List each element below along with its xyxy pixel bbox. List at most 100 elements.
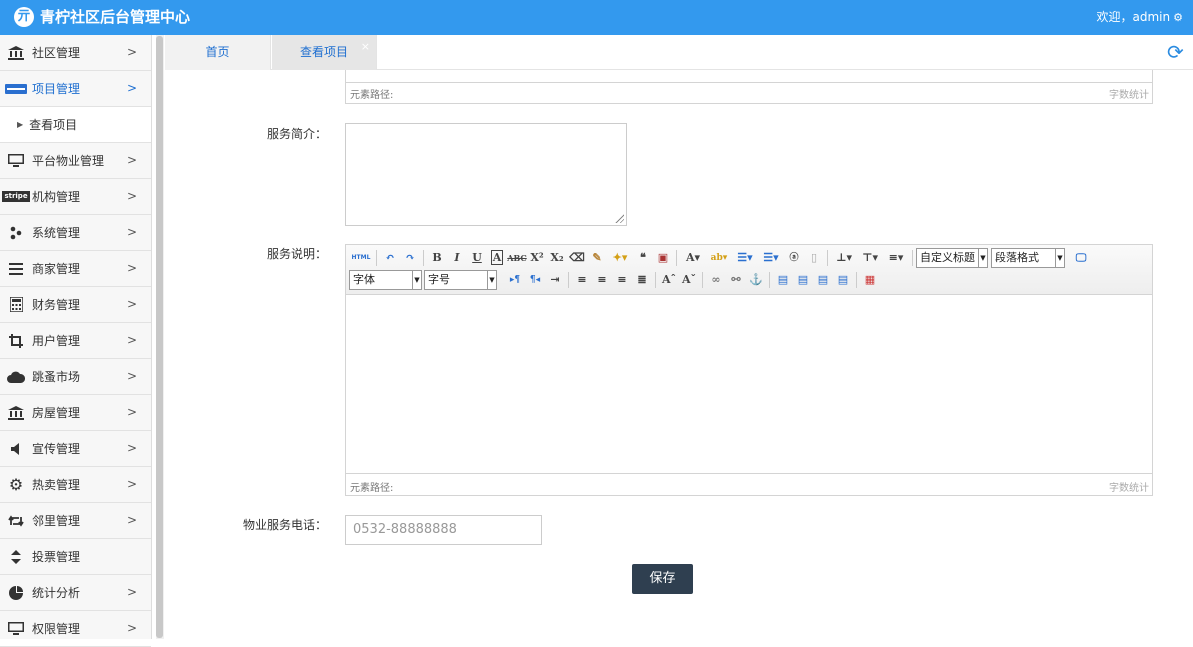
chevron-right-icon: >: [126, 477, 137, 491]
sidebar-item-flea-market[interactable]: 跳蚤市场 >: [0, 359, 151, 395]
sidebar-item-institution[interactable]: stripe 机构管理 >: [0, 179, 151, 215]
chevron-down-icon: ▼: [978, 249, 987, 267]
save-button[interactable]: 保存: [632, 564, 693, 594]
align-left-icon[interactable]: ≡: [572, 270, 592, 290]
chevron-right-icon: >: [126, 225, 137, 239]
superscript-icon[interactable]: X²: [527, 248, 547, 268]
top-bar: 亓 青柠社区后台管理中心 欢迎，admin ⚙: [0, 0, 1193, 35]
font-color-icon[interactable]: A▾: [680, 248, 706, 268]
sidebar-item-system[interactable]: 系统管理 >: [0, 215, 151, 251]
chevron-down-icon: ▼: [1055, 249, 1064, 267]
welcome-text: 欢迎，admin: [1096, 10, 1171, 24]
ltr-icon[interactable]: ▸¶: [505, 270, 525, 290]
sidebar-item-community[interactable]: 社区管理 >: [0, 35, 151, 71]
insert-image-icon[interactable]: ▦: [860, 270, 880, 290]
sidebar-item-hot-sale[interactable]: ⚙ 热卖管理 >: [0, 467, 151, 503]
paragraph-format-select[interactable]: 段落格式 ▼: [991, 248, 1065, 268]
ordered-list-icon[interactable]: ☰▾: [732, 248, 758, 268]
refresh-icon[interactable]: ⟳: [1167, 41, 1189, 63]
auto-format-icon[interactable]: ✦▾: [607, 248, 633, 268]
sidebar-item-label: 社区管理: [32, 46, 81, 60]
sidebar-item-neighbor[interactable]: 邻里管理 >: [0, 503, 151, 539]
sidebar-item-promotion[interactable]: 宣传管理 >: [0, 431, 151, 467]
monitor-icon: [0, 621, 32, 636]
subscript-icon[interactable]: X₂: [547, 248, 567, 268]
sidebar-item-merchant[interactable]: 商家管理 >: [0, 251, 151, 287]
tab-view-project[interactable]: 查看项目 ×: [272, 35, 377, 70]
editor-content-area[interactable]: [346, 296, 1152, 473]
highlight-color-icon[interactable]: ab▾: [706, 248, 732, 268]
underline-icon[interactable]: U: [467, 248, 487, 268]
image-float-none-icon[interactable]: ▤: [773, 270, 793, 290]
sidebar-item-statistics[interactable]: 统计分析 >: [0, 575, 151, 611]
sidebar-item-voting[interactable]: 投票管理: [0, 539, 151, 575]
link-icon[interactable]: ∞: [706, 270, 726, 290]
row-spacing-bottom-icon[interactable]: ⊤▾: [857, 248, 883, 268]
sidebar-item-housing[interactable]: 房屋管理 >: [0, 395, 151, 431]
image-float-right-icon[interactable]: ▤: [813, 270, 833, 290]
toolbar-row-1: HTML ↶ ↷ B I U A ABC X² X₂ ⌫ ✎ ✦▾ ❝ ▣ A▾…: [349, 248, 1091, 268]
indent-icon[interactable]: ⇥: [545, 270, 565, 290]
resize-handle-icon[interactable]: [614, 213, 624, 223]
rich-text-editor: HTML ↶ ↷ B I U A ABC X² X₂ ⌫ ✎ ✦▾ ❝ ▣ A▾…: [345, 244, 1153, 496]
html-source-button[interactable]: HTML: [349, 248, 373, 268]
sidebar-item-users[interactable]: 用户管理 >: [0, 323, 151, 359]
gear-icon[interactable]: ⚙: [1173, 11, 1183, 24]
line-height-icon[interactable]: ≡▾: [883, 248, 909, 268]
undo-icon[interactable]: ↶: [380, 248, 400, 268]
row-spacing-top-icon[interactable]: ⊥▾: [831, 248, 857, 268]
user-menu[interactable]: 欢迎，admin ⚙: [1097, 9, 1183, 26]
service-intro-textarea[interactable]: [345, 123, 627, 226]
anchor-icon[interactable]: ⚓: [746, 270, 766, 290]
preview-icon[interactable]: 🖵: [1071, 248, 1091, 268]
format-brush-icon[interactable]: ✎: [587, 248, 607, 268]
unordered-list-icon[interactable]: ☰▾: [758, 248, 784, 268]
image-center-icon[interactable]: ▤: [833, 270, 853, 290]
sidebar-item-label: 商家管理: [32, 262, 81, 276]
font-family-select[interactable]: 字体 ▼: [349, 270, 422, 290]
lowercase-icon[interactable]: Aˇ: [679, 270, 699, 290]
unlink-icon[interactable]: ⚯: [726, 270, 746, 290]
project-form: 元素路径: 字数统计 服务简介： 服务说明： HTML ↶ ↷ B I U A: [165, 70, 1193, 639]
chevron-right-icon: >: [126, 585, 137, 599]
tab-home[interactable]: 首页: [165, 35, 271, 70]
sidebar: 社区管理 > 项目管理 > ▶ 查看项目 平台物业管理 > stripe 机构管…: [0, 35, 152, 647]
clear-doc-icon[interactable]: ▯: [804, 248, 824, 268]
sidebar-item-property[interactable]: 平台物业管理 >: [0, 143, 151, 179]
sidebar-item-label: 权限管理: [32, 622, 81, 636]
quote-icon[interactable]: ❝: [633, 248, 653, 268]
align-center-icon[interactable]: ≡: [592, 270, 612, 290]
font-border-icon[interactable]: A: [487, 248, 507, 268]
chevron-right-icon: >: [126, 333, 137, 347]
chevron-right-icon: >: [126, 153, 137, 167]
sidebar-item-label: 机构管理: [32, 190, 81, 204]
uppercase-icon[interactable]: Aˆ: [659, 270, 679, 290]
italic-icon[interactable]: I: [447, 248, 467, 268]
redo-icon[interactable]: ↷: [400, 248, 420, 268]
main-panel: 首页 查看项目 × ⟳ 元素路径: 字数统计 服务简介： 服务说明： HTML …: [165, 35, 1193, 639]
strikethrough-icon[interactable]: ABC: [507, 248, 527, 268]
align-justify-icon[interactable]: ≣: [632, 270, 652, 290]
sidebar-item-label: 项目管理: [32, 82, 81, 96]
paste-plain-icon[interactable]: ▣: [653, 248, 673, 268]
sidebar-item-finance[interactable]: 财务管理 >: [0, 287, 151, 323]
sidebar-subitem-view-project[interactable]: ▶ 查看项目: [0, 107, 151, 143]
align-right-icon[interactable]: ≡: [612, 270, 632, 290]
eraser-icon[interactable]: ⌫: [567, 248, 587, 268]
sidebar-scrollbar-thumb[interactable]: [156, 36, 163, 638]
select-all-icon[interactable]: ⓐ: [784, 248, 804, 268]
toolbar-separator: [423, 250, 424, 266]
chevron-right-icon: >: [126, 441, 137, 455]
element-path-label: 元素路径:: [350, 483, 394, 494]
rtl-icon[interactable]: ¶◂: [525, 270, 545, 290]
sort-icon: [0, 549, 32, 564]
image-float-left-icon[interactable]: ▤: [793, 270, 813, 290]
custom-heading-select[interactable]: 自定义标题 ▼: [916, 248, 988, 268]
close-icon[interactable]: ×: [361, 29, 370, 64]
font-size-select[interactable]: 字号 ▼: [424, 270, 497, 290]
sidebar-item-projects[interactable]: 项目管理 >: [0, 71, 151, 107]
phone-input[interactable]: 0532-88888888: [345, 515, 542, 545]
sidebar-item-label: 热卖管理: [32, 478, 81, 492]
bold-icon[interactable]: B: [427, 248, 447, 268]
sidebar-item-permissions[interactable]: 权限管理 >: [0, 611, 151, 647]
